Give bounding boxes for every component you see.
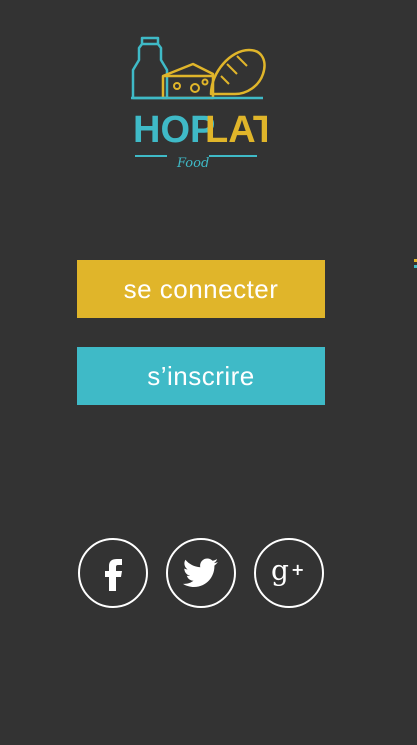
twitter-login-button[interactable] bbox=[166, 538, 236, 608]
groceries-icon: HOP LAT Food bbox=[131, 36, 267, 171]
svg-text:g: g bbox=[271, 556, 289, 587]
facebook-icon bbox=[105, 559, 122, 591]
brand-tagline: Food bbox=[176, 156, 209, 171]
login-button[interactable]: se connecter bbox=[77, 260, 325, 318]
brand-name-part1: HOP bbox=[133, 109, 215, 151]
google-plus-icon: g + bbox=[271, 556, 304, 587]
signup-button[interactable]: s’inscrire bbox=[77, 347, 325, 405]
google-plus-login-button[interactable]: g + bbox=[254, 538, 324, 608]
signup-button-label: s’inscrire bbox=[147, 360, 255, 391]
login-screen: HOP LAT Food se connecter s’inscrire g + bbox=[0, 0, 417, 745]
social-login-row: g + bbox=[78, 538, 324, 608]
brand-name-part2: LAT bbox=[205, 109, 267, 151]
facebook-login-button[interactable] bbox=[78, 538, 148, 608]
svg-text:+: + bbox=[291, 560, 304, 579]
brand-logo: HOP LAT Food bbox=[127, 34, 267, 174]
login-button-label: se connecter bbox=[123, 273, 279, 304]
twitter-icon bbox=[183, 558, 218, 587]
